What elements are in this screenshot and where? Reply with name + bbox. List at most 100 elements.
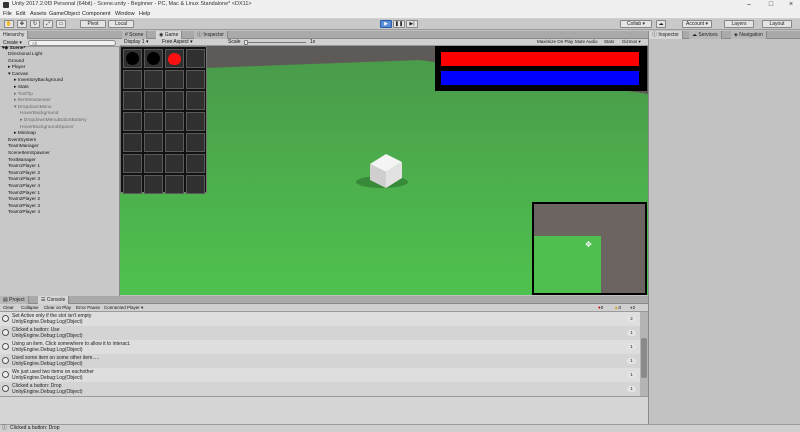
inventory-slot[interactable] xyxy=(123,70,142,89)
error-pause-button[interactable]: Error Pause xyxy=(76,305,100,310)
log-count[interactable]: ●2 xyxy=(630,305,635,310)
menu-window[interactable]: Window xyxy=(115,11,135,17)
console-scrollbar-thumb[interactable] xyxy=(641,338,647,378)
layers-dropdown[interactable]: Layers xyxy=(724,20,754,28)
rotate-tool-icon[interactable]: ↻ xyxy=(30,20,40,28)
hierarchy-item[interactable]: Team2Player 2 xyxy=(8,197,40,203)
local-toggle[interactable]: Local xyxy=(108,20,134,28)
inventory-slot[interactable] xyxy=(144,49,163,68)
aspect-dropdown[interactable]: Free Aspect ▾ xyxy=(162,39,193,45)
inventory-slot[interactable] xyxy=(186,133,205,152)
hierarchy-item[interactable]: Team1Player 1 xyxy=(8,164,40,170)
inventory-slot[interactable] xyxy=(123,133,142,152)
inventory-slot[interactable] xyxy=(123,175,142,194)
play-button[interactable]: ▶ xyxy=(380,20,392,28)
hierarchy-item[interactable]: HoverBackgroundSpacer xyxy=(20,125,74,131)
hierarchy-item[interactable]: ▸ ToolTip xyxy=(14,92,33,98)
inventory-slot[interactable] xyxy=(144,70,163,89)
inventory-slot[interactable] xyxy=(165,49,184,68)
cloud-icon[interactable]: ☁ xyxy=(656,20,666,28)
scale-slider-handle[interactable] xyxy=(244,40,248,45)
inventory-slot[interactable] xyxy=(123,49,142,68)
minimize-icon[interactable]: – xyxy=(742,0,756,10)
tab-scene[interactable]: # Scene xyxy=(122,31,148,39)
hierarchy-item[interactable]: Team2Player 4 xyxy=(8,210,40,216)
maximize-on-play-toggle[interactable]: Maximize On Play xyxy=(537,39,573,44)
account-dropdown[interactable]: Account ▾ xyxy=(682,20,712,28)
hierarchy-item[interactable]: Team2Player 1 xyxy=(8,191,40,197)
inventory-slot[interactable] xyxy=(123,91,142,110)
hierarchy-item[interactable]: ▸ Player xyxy=(8,65,25,71)
inventory-slot[interactable] xyxy=(186,49,205,68)
collapse-button[interactable]: Collapse xyxy=(21,305,39,310)
inventory-slot[interactable] xyxy=(165,70,184,89)
tab-console[interactable]: ☰ Console xyxy=(38,296,70,304)
hierarchy-search-input[interactable] xyxy=(28,40,116,46)
inventory-slot[interactable] xyxy=(123,154,142,173)
inventory-slot[interactable] xyxy=(144,175,163,194)
hierarchy-item[interactable]: Team1Player 4 xyxy=(8,184,40,190)
pause-button[interactable]: ❚❚ xyxy=(393,20,405,28)
hierarchy-item[interactable]: Team1Player 3 xyxy=(8,177,40,183)
inventory-slot[interactable] xyxy=(144,112,163,131)
clear-button[interactable]: Clear xyxy=(3,305,14,310)
inventory-slot[interactable] xyxy=(165,112,184,131)
inventory-slot[interactable] xyxy=(186,154,205,173)
mute-audio-toggle[interactable]: Mute Audio xyxy=(575,39,598,44)
hierarchy-item[interactable]: TextManager xyxy=(8,158,36,164)
inventory-slot[interactable] xyxy=(165,154,184,173)
inventory-slot[interactable] xyxy=(144,154,163,173)
collab-button[interactable]: Collab ▾ xyxy=(620,20,652,28)
connected-player-dropdown[interactable]: Connected Player ▾ xyxy=(104,305,143,311)
console-entry[interactable]: Clicked a button: Drop UnityEngine.Debug:… xyxy=(0,382,640,396)
menu-file[interactable]: File xyxy=(3,11,12,17)
hierarchy-item[interactable]: ▾ Canvas xyxy=(8,72,28,78)
move-tool-icon[interactable]: ✥ xyxy=(17,20,27,28)
inventory-slot[interactable] xyxy=(144,91,163,110)
hierarchy-item[interactable]: ▸ DropdownMenuButtonBattery xyxy=(20,118,87,124)
hierarchy-item[interactable]: SceneItemSpawner xyxy=(8,151,50,157)
menu-component[interactable]: Component xyxy=(82,11,110,17)
tab-services[interactable]: ☁ Services xyxy=(689,31,722,39)
inventory-slot[interactable] xyxy=(165,91,184,110)
hierarchy-item[interactable]: Directional Light xyxy=(8,52,42,58)
hierarchy-item[interactable]: ▸ InventoryBackground xyxy=(14,78,63,84)
pivot-toggle[interactable]: Pivot xyxy=(80,20,106,28)
tab-hierarchy[interactable]: Hierarchy xyxy=(0,31,29,39)
hierarchy-item[interactable]: Ground xyxy=(8,59,24,65)
menu-edit[interactable]: Edit xyxy=(16,11,25,17)
hand-tool-icon[interactable]: ✋ xyxy=(4,20,14,28)
close-icon[interactable]: × xyxy=(784,0,798,10)
warning-count[interactable]: ▲0 xyxy=(614,305,621,310)
inventory-slot[interactable] xyxy=(165,175,184,194)
inventory-slot[interactable] xyxy=(123,112,142,131)
maximize-icon[interactable]: □ xyxy=(764,0,778,10)
console-scrollbar[interactable] xyxy=(640,312,648,396)
hierarchy-item[interactable]: HoverBackground xyxy=(20,111,58,117)
hierarchy-item[interactable]: ▾ DropdownMenu xyxy=(14,105,52,111)
game-view[interactable]: ✥ xyxy=(120,46,648,295)
gizmos-dropdown[interactable]: Gizmos ▾ xyxy=(622,39,641,45)
inventory-slot[interactable] xyxy=(165,133,184,152)
menu-gameobject[interactable]: GameObject xyxy=(49,11,80,17)
scale-slider[interactable] xyxy=(244,42,306,43)
inventory-slot[interactable] xyxy=(144,133,163,152)
hierarchy-item[interactable]: Team2Player 3 xyxy=(8,204,40,210)
console-entry[interactable]: Using an item. Click somewhere to allow … xyxy=(0,340,640,354)
layout-dropdown[interactable]: Layout xyxy=(762,20,792,28)
hierarchy-item[interactable]: ▸ ItemMouseover xyxy=(14,98,51,104)
stats-toggle[interactable]: Stats xyxy=(604,39,614,44)
inventory-slot[interactable] xyxy=(186,91,205,110)
console-entry[interactable]: Used some item on some other item..... Un… xyxy=(0,354,640,368)
tab-game[interactable]: ◉ Game xyxy=(156,31,183,39)
console-entry[interactable]: Set Active only if the slot isn't empty U… xyxy=(0,312,640,326)
menu-assets[interactable]: Assets xyxy=(30,11,47,17)
menu-help[interactable]: Help xyxy=(139,11,150,17)
inventory-slot[interactable] xyxy=(186,70,205,89)
scale-tool-icon[interactable]: ⤢ xyxy=(43,20,53,28)
error-count[interactable]: ●0 xyxy=(598,305,603,310)
hierarchy-item[interactable]: TeamManager xyxy=(8,144,39,150)
console-entry[interactable]: We just used two items on eachother Unity… xyxy=(0,368,640,382)
hierarchy-item[interactable]: ▸ Minimap xyxy=(14,131,36,137)
status-text[interactable]: Clicked a button: Drop xyxy=(10,425,59,432)
